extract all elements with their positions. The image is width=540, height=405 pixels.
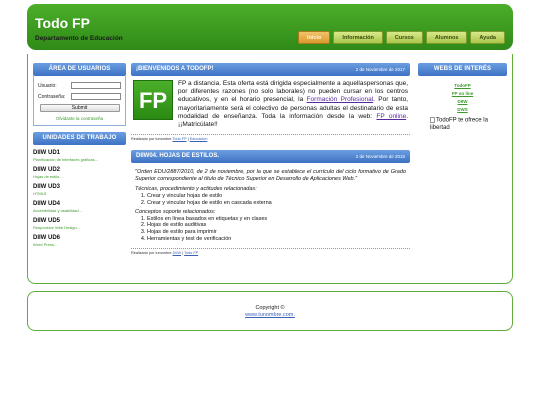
content-area: ÁREA DE USUARIOS Usuario: Contraseña: Su… — [27, 54, 513, 284]
welcome-post: ¡BIENVENIDOS A TODOFP! 2 de Noviembre de… — [131, 63, 410, 141]
post-meta: Realizado por tunombre Todo FP | Educaci… — [131, 134, 410, 141]
right-sidebar: WEBS DE INTERÉS TodoFP FP on line DIIW D… — [418, 63, 507, 132]
unit-link[interactable]: Word Press... — [33, 242, 126, 247]
nav-informacion[interactable]: Información — [333, 31, 383, 44]
unit-link[interactable]: Planificación de interfaces gráficas... — [33, 157, 126, 162]
unit-item: DIIW UD6 Word Press... — [33, 235, 126, 247]
post-body: "Orden EDU/2887/2010, de 2 de noviembre,… — [131, 163, 410, 246]
meta-prefix: Realizado por tunombre — [131, 137, 173, 142]
user-input[interactable] — [71, 82, 121, 89]
unit-link[interactable]: Accesibilidad y usabilidad... — [33, 208, 126, 213]
password-label: Contraseña: — [38, 93, 66, 100]
nav-alumnos[interactable]: Alumnos — [425, 31, 468, 44]
footer-site-link[interactable]: www.tunombre.com. — [28, 312, 512, 318]
users-area-title: ÁREA DE USUARIOS — [33, 63, 126, 76]
post-title: ¡BIENVENIDOS A TODOFP! — [136, 66, 214, 72]
units-title: UNIDADES DE TRABAJO — [33, 132, 126, 145]
list-item: Crear y vincular hojas de estilo en casc… — [147, 200, 406, 207]
unit-link[interactable]: Hojas de estilo... — [33, 174, 126, 179]
list-item: Estilos en línea basados en etiquetas y … — [147, 216, 406, 223]
post-date: 2 de Noviembre de 2015 — [355, 154, 405, 160]
fp-logo: FP — [133, 80, 173, 120]
units-box: UNIDADES DE TRABAJO DIIW UD1 Planificaci… — [33, 132, 126, 247]
left-sidebar: ÁREA DE USUARIOS Usuario: Contraseña: Su… — [33, 63, 126, 247]
site-title: Todo FP — [35, 15, 90, 31]
formacion-profesional-link[interactable]: Formación Profesional — [307, 96, 374, 103]
unit-item: DIIW UD3 HTML5 — [33, 184, 126, 196]
techniques-list: Crear y vincular hojas de estilo Crear y… — [147, 193, 406, 206]
unit-code: DIIW UD3 — [33, 184, 60, 190]
unit-code: DIIW UD2 — [33, 167, 60, 173]
post-body: FP FP a distancia. Esta oferta está diri… — [131, 76, 410, 132]
post-quote: "Orden EDU/2887/2010, de 2 de noviembre,… — [135, 169, 406, 182]
section-title: Técnicas, procedimiento y actitudes rela… — [135, 186, 257, 193]
list-item: Hojas de estilo auditivas — [147, 222, 406, 229]
unit-item: DIIW UD5 Responsive Web Design... — [33, 218, 126, 230]
list-item: Crear y vincular hojas de estilo — [147, 193, 406, 200]
link-dws[interactable]: DWS — [418, 107, 507, 112]
meta-prefix: Realizado por tunombre — [131, 251, 173, 256]
post-title: DIIW04. HOJAS DE ESTILOS. — [136, 153, 220, 160]
meta-link-educacion[interactable]: Educación — [190, 137, 208, 141]
password-input[interactable] — [71, 93, 121, 100]
post-meta: Realizado por tunombre DIIW | Todo FP — [131, 248, 410, 255]
post-header: ¡BIENVENIDOS A TODOFP! 2 de Noviembre de… — [131, 63, 410, 76]
submit-button[interactable]: Submit — [39, 104, 120, 112]
styles-post: DIIW04. HOJAS DE ESTILOS. 2 de Noviembre… — [131, 150, 410, 255]
main-nav: Inicio Información Cursos Alumnos Ayuda — [298, 31, 505, 45]
link-todofp[interactable]: TodoFP — [418, 83, 507, 88]
main-column: ¡BIENVENIDOS A TODOFP! 2 de Noviembre de… — [131, 63, 410, 255]
meta-link-diiw[interactable]: DIIW — [173, 251, 181, 255]
unit-code: DIIW UD4 — [33, 201, 60, 207]
nav-inicio[interactable]: Inicio — [298, 31, 331, 44]
meta-link-todofp[interactable]: Todo FP — [184, 251, 198, 255]
unit-item: DIIW UD2 Hojas de estilo... — [33, 167, 126, 179]
post-header: DIIW04. HOJAS DE ESTILOS. 2 de Noviembre… — [131, 150, 410, 164]
post-text: FP a distancia. Esta oferta está dirigid… — [178, 80, 408, 129]
unit-link[interactable]: Responsive Web Design... — [33, 225, 126, 230]
unit-item: DIIW UD1 Planificación de interfaces grá… — [33, 150, 126, 162]
nav-cursos[interactable]: Cursos — [385, 31, 423, 44]
promo-image: TodoFP te ofrece la libertad — [430, 117, 507, 132]
site-header: Todo FP Departamento de Educación Inicio… — [27, 4, 513, 50]
copyright-text: Copyright © — [255, 305, 285, 311]
forgot-password-link[interactable]: Olvidaste la contraseña — [38, 116, 121, 121]
unit-link[interactable]: HTML5 — [33, 191, 126, 196]
section-title: Conceptos soporte relacionados: — [135, 209, 216, 216]
user-label: Usuario: — [38, 82, 57, 89]
nav-ayuda[interactable]: Ayuda — [470, 31, 505, 44]
web-links: TodoFP FP on line DIIW DWS — [418, 76, 507, 112]
list-item: Herramientas y test de verificación — [147, 236, 406, 243]
link-fp-online[interactable]: FP on line — [418, 91, 507, 96]
fp-online-link[interactable]: FP online — [376, 113, 406, 120]
web-links-title: WEBS DE INTERÉS — [418, 63, 507, 76]
password-row: Contraseña: — [38, 93, 121, 100]
login-form: Usuario: Contraseña: Submit Olvidaste la… — [33, 76, 126, 126]
unit-code: DIIW UD5 — [33, 218, 60, 224]
concepts-list: Estilos en línea basados en etiquetas y … — [147, 216, 406, 242]
broken-image-icon — [430, 117, 435, 123]
promo-image-alt: TodoFP te ofrece la libertad — [430, 117, 488, 131]
unit-item: DIIW UD4 Accesibilidad y usabilidad... — [33, 201, 126, 213]
link-diiw[interactable]: DIIW — [418, 99, 507, 104]
post-date: 2 de Noviembre de 2017 — [355, 67, 405, 72]
meta-link-todofp[interactable]: Todo FP — [173, 137, 187, 141]
user-row: Usuario: — [38, 82, 121, 89]
site-footer: Copyright © www.tunombre.com. — [27, 291, 513, 331]
unit-code: DIIW UD6 — [33, 235, 60, 241]
unit-code: DIIW UD1 — [33, 150, 60, 156]
list-item: Hojas de estilo para imprimir — [147, 229, 406, 236]
site-subtitle: Departamento de Educación — [35, 35, 123, 42]
